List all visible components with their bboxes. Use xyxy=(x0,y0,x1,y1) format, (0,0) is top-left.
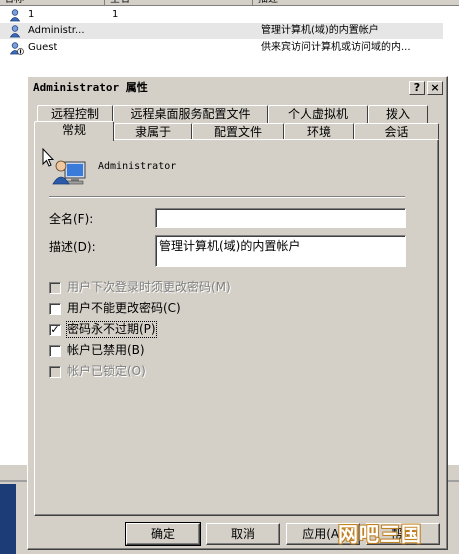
user-icon xyxy=(10,9,21,22)
checkbox-password-never-expires[interactable]: ✓ 密码永不过期(P) xyxy=(49,321,249,338)
properties-dialog: Administrator 属性 ? × 远程控制 远程桌面服务配置文件 个人虚… xyxy=(27,76,448,550)
general-tab-panel: Administrator 全名(F): 描述(D): 管理计算机(域)的内置帐… xyxy=(34,139,439,516)
checkbox-box[interactable] xyxy=(49,282,61,294)
column-header-fullname[interactable]: 全名 xyxy=(110,0,130,5)
checkbox-label: 用户不能更改密码(C) xyxy=(67,301,181,315)
column-header-description[interactable]: 描述 xyxy=(258,0,278,5)
disabled-user-icon xyxy=(10,42,24,55)
watermark-logo: 网吧三国 xyxy=(338,522,422,546)
user-fullname: 1 xyxy=(112,9,119,20)
separator xyxy=(49,196,405,198)
ok-button[interactable]: 确定 xyxy=(125,522,201,546)
help-title-button[interactable]: ? xyxy=(409,81,425,95)
account-name: Administrator xyxy=(98,161,177,172)
checkmark-icon[interactable]: ✓ xyxy=(49,324,61,336)
checkbox-box[interactable] xyxy=(49,366,61,378)
fullname-label: 全名(F): xyxy=(49,212,94,226)
tab-dial-in[interactable]: 拨入 xyxy=(368,105,428,123)
cancel-button[interactable]: 取消 xyxy=(206,523,280,545)
user-name: Guest xyxy=(28,42,58,53)
user-row-1[interactable]: 1 1 xyxy=(0,7,459,23)
column-separator[interactable] xyxy=(252,0,253,6)
checkbox-label: 帐户已锁定(O) xyxy=(67,364,146,378)
close-icon: × xyxy=(430,81,440,94)
user-description: 供来宾访问计算机或访问域的内... xyxy=(261,42,411,53)
checkbox-box[interactable] xyxy=(49,303,61,315)
tab-personal-vm[interactable]: 个人虚拟机 xyxy=(268,105,368,123)
background-window-edge xyxy=(0,484,16,554)
tab-general[interactable]: 常规 xyxy=(34,121,114,141)
checkbox-box[interactable] xyxy=(49,345,61,357)
checkbox-must-change-password[interactable]: 用户下次登录时须更改密码(M) xyxy=(49,280,249,296)
column-separator[interactable] xyxy=(104,0,105,6)
checkbox-cannot-change-password[interactable]: 用户不能更改密码(C) xyxy=(49,301,249,317)
checkbox-account-disabled[interactable]: 帐户已禁用(B) xyxy=(49,343,249,359)
user-name: 1 xyxy=(28,9,35,20)
user-description: 管理计算机(域)的内置帐户 xyxy=(261,25,379,36)
mouse-cursor-icon xyxy=(42,148,54,167)
checkbox-account-locked[interactable]: 帐户已锁定(O) xyxy=(49,364,249,380)
description-label: 描述(D): xyxy=(49,240,96,254)
fullname-input[interactable] xyxy=(155,208,406,228)
description-input[interactable]: 管理计算机(域)的内置帐户 xyxy=(155,235,406,267)
user-account-icon xyxy=(52,160,86,185)
dialog-title: Administrator 属性 xyxy=(33,81,148,94)
user-name: Administr... xyxy=(28,25,85,36)
column-header-name[interactable]: 名称 xyxy=(4,0,24,5)
checkbox-label: 用户下次登录时须更改密码(M) xyxy=(67,280,231,294)
tab-rds-profile[interactable]: 远程桌面服务配置文件 xyxy=(113,105,268,123)
user-icon xyxy=(10,25,21,38)
user-row-administrator[interactable]: Administr... 管理计算机(域)的内置帐户 xyxy=(0,23,459,39)
title-bar[interactable]: Administrator 属性 ? × xyxy=(30,79,445,97)
close-button[interactable]: × xyxy=(427,81,443,95)
list-header: 名称 全名 描述 xyxy=(0,0,459,6)
checkbox-label: 帐户已禁用(B) xyxy=(67,343,145,357)
checkbox-label: 密码永不过期(P) xyxy=(66,321,157,338)
user-row-guest[interactable]: Guest 供来宾访问计算机或访问域的内... xyxy=(0,40,459,56)
